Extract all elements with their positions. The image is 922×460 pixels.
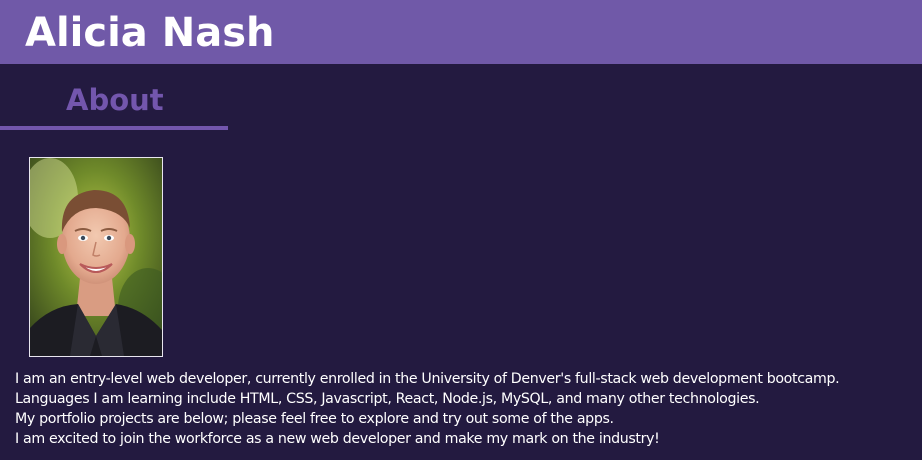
bio-text: I am an entry-level web developer, curre… xyxy=(15,369,920,449)
bio-line: My portfolio projects are below; please … xyxy=(15,411,614,427)
profile-photo xyxy=(29,157,163,357)
site-title: Alicia Nash xyxy=(25,10,275,56)
bio-line: I am an entry-level web developer, curre… xyxy=(15,371,840,387)
about-heading: About xyxy=(66,83,164,117)
site-header: Alicia Nash xyxy=(0,0,922,64)
bio-line: I am excited to join the workforce as a … xyxy=(15,431,660,447)
bio-line: Languages I am learning include HTML, CS… xyxy=(15,391,760,407)
about-heading-underline xyxy=(0,126,228,130)
portrait-photo-icon xyxy=(30,158,162,356)
